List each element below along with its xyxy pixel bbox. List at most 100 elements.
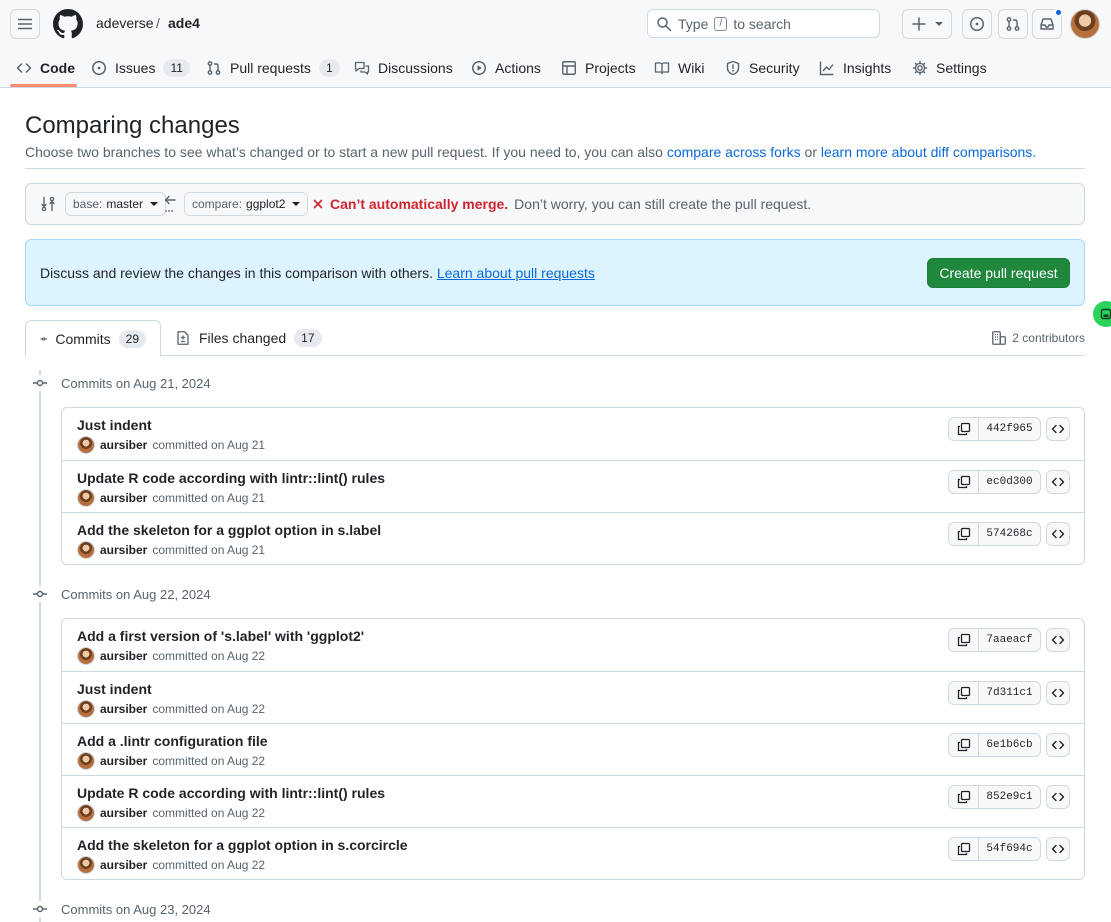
copy-sha-button[interactable] xyxy=(949,682,979,704)
commit-author[interactable]: aursiber xyxy=(100,649,147,663)
breadcrumb-repo[interactable]: ade4 xyxy=(168,15,200,31)
browse-repo-button[interactable] xyxy=(1046,785,1070,809)
commit-sha-group: ec0d300 xyxy=(948,470,1041,494)
commit-author[interactable]: aursiber xyxy=(100,491,147,505)
copy-sha-button[interactable] xyxy=(949,838,979,860)
tab-pull-requests[interactable]: Pull requests 1 xyxy=(206,48,340,88)
commit-sha-link[interactable]: ec0d300 xyxy=(979,471,1040,493)
tab-wiki[interactable]: Wiki xyxy=(654,48,704,88)
browse-repo-button[interactable] xyxy=(1046,681,1070,705)
issues-button[interactable] xyxy=(962,9,992,39)
copy-sha-button[interactable] xyxy=(949,734,979,756)
commit-sha-link[interactable]: 574268c xyxy=(979,523,1040,545)
commit-sha-link[interactable]: 442f965 xyxy=(979,418,1040,440)
avatar[interactable] xyxy=(77,804,95,822)
breadcrumb-owner[interactable]: adeverse xyxy=(96,15,154,31)
browse-repo-button[interactable] xyxy=(1046,417,1070,441)
avatar[interactable] xyxy=(77,752,95,770)
copy-sha-button[interactable] xyxy=(949,786,979,808)
commit-row: Add a .lintr configuration file aursiber… xyxy=(62,723,1084,775)
hamburger-menu-button[interactable] xyxy=(10,9,40,39)
compare-forks-link[interactable]: compare across forks xyxy=(667,144,801,160)
avatar[interactable] xyxy=(77,647,95,665)
tab-security[interactable]: Security xyxy=(725,48,800,88)
header-top-bar: adeverse / ade4 Type / to search xyxy=(0,0,1111,48)
user-avatar[interactable] xyxy=(1070,9,1100,39)
create-pull-request-button[interactable]: Create pull request xyxy=(927,258,1070,288)
copy-sha-button[interactable] xyxy=(949,471,979,493)
contributors-summary[interactable]: 2 contributors xyxy=(991,330,1085,346)
commit-sha-link[interactable]: 7aaeacf xyxy=(979,629,1040,651)
commit-author[interactable]: aursiber xyxy=(100,543,147,557)
commit-sha-link[interactable]: 54f694c xyxy=(979,838,1040,860)
issue-opened-icon xyxy=(92,61,106,75)
commit-author[interactable]: aursiber xyxy=(100,806,147,820)
copy-icon xyxy=(957,633,970,647)
commit-author[interactable]: aursiber xyxy=(100,438,147,452)
browse-repo-button[interactable] xyxy=(1046,837,1070,861)
copy-sha-button[interactable] xyxy=(949,523,979,545)
avatar[interactable] xyxy=(77,700,95,718)
organization-icon xyxy=(992,331,1007,345)
tab-projects[interactable]: Projects xyxy=(561,48,636,88)
tab-files-changed[interactable]: Files changed 17 xyxy=(161,320,336,356)
search-placeholder-prefix: Type xyxy=(678,15,709,32)
browse-repo-button[interactable] xyxy=(1046,733,1070,757)
commit-sha-link[interactable]: 6e1b6cb xyxy=(979,734,1040,756)
commit-meta: aursiber committed on Aug 21 xyxy=(77,436,265,454)
base-branch-select[interactable]: base: master xyxy=(65,192,167,216)
learn-pull-requests-link[interactable]: Learn about pull requests xyxy=(437,265,595,281)
tab-actions[interactable]: Actions xyxy=(471,48,541,88)
commit-title[interactable]: Add the skeleton for a ggplot option in … xyxy=(77,522,381,538)
commit-sha-link[interactable]: 7d311c1 xyxy=(979,682,1040,704)
tab-settings[interactable]: Settings xyxy=(912,48,987,88)
commit-title[interactable]: Update R code according with lintr::lint… xyxy=(77,785,385,801)
commit-row: Add the skeleton for a ggplot option in … xyxy=(62,512,1084,564)
search-input[interactable]: Type / to search xyxy=(647,9,880,38)
floating-extension-button[interactable] xyxy=(1093,301,1111,327)
avatar[interactable] xyxy=(77,541,95,559)
learn-diff-link[interactable]: learn more about diff comparisons. xyxy=(821,144,1036,160)
copy-icon xyxy=(957,686,970,700)
commit-meta: aursiber committed on Aug 21 xyxy=(77,489,265,507)
commit-title[interactable]: Update R code according with lintr::lint… xyxy=(77,470,385,486)
commit-row: Just indent aursiber committed on Aug 22… xyxy=(62,671,1084,723)
range-editor: base: master compare: ggplot2 Can’t auto… xyxy=(25,183,1085,225)
commit-title[interactable]: Add a .lintr configuration file xyxy=(77,733,268,749)
copy-sha-button[interactable] xyxy=(949,629,979,651)
commit-author[interactable]: aursiber xyxy=(100,702,147,716)
commit-author[interactable]: aursiber xyxy=(100,754,147,768)
code-icon xyxy=(1051,844,1065,854)
avatar[interactable] xyxy=(77,489,95,507)
commit-meta: aursiber committed on Aug 22 xyxy=(77,752,265,770)
pull-requests-button[interactable] xyxy=(998,9,1028,39)
git-compare-icon[interactable] xyxy=(40,196,56,212)
tab-insights[interactable]: Insights xyxy=(819,48,891,88)
tab-commits[interactable]: Commits 29 xyxy=(25,320,161,357)
copy-sha-button[interactable] xyxy=(949,418,979,440)
browse-repo-button[interactable] xyxy=(1046,470,1070,494)
commit-author[interactable]: aursiber xyxy=(100,858,147,872)
browse-repo-button[interactable] xyxy=(1046,628,1070,652)
create-new-button[interactable] xyxy=(902,9,952,39)
tab-issues[interactable]: Issues 11 xyxy=(91,48,190,88)
github-logo-icon[interactable] xyxy=(53,9,83,39)
avatar[interactable] xyxy=(77,856,95,874)
commit-row: Add a first version of 's.label' with 'g… xyxy=(62,619,1084,671)
discuss-banner: Discuss and review the changes in this c… xyxy=(25,239,1085,306)
commit-sha-group: 852e9c1 xyxy=(948,785,1041,809)
commit-title[interactable]: Just indent xyxy=(77,417,152,433)
table-icon xyxy=(562,61,576,75)
commit-sha-link[interactable]: 852e9c1 xyxy=(979,786,1040,808)
commit-title[interactable]: Just indent xyxy=(77,681,152,697)
tab-discussions-label: Discussions xyxy=(378,60,453,76)
commit-title[interactable]: Add a first version of 's.label' with 'g… xyxy=(77,628,364,644)
browse-repo-button[interactable] xyxy=(1046,522,1070,546)
tab-code[interactable]: Code xyxy=(16,48,75,88)
tab-discussions[interactable]: Discussions xyxy=(354,48,453,88)
commit-title[interactable]: Add the skeleton for a ggplot option in … xyxy=(77,837,408,853)
avatar[interactable] xyxy=(77,436,95,454)
page-subtitle: Choose two branches to see what’s change… xyxy=(25,144,1036,160)
compare-branch-name: ggplot2 xyxy=(246,197,286,211)
compare-branch-select[interactable]: compare: ggplot2 xyxy=(184,192,309,216)
